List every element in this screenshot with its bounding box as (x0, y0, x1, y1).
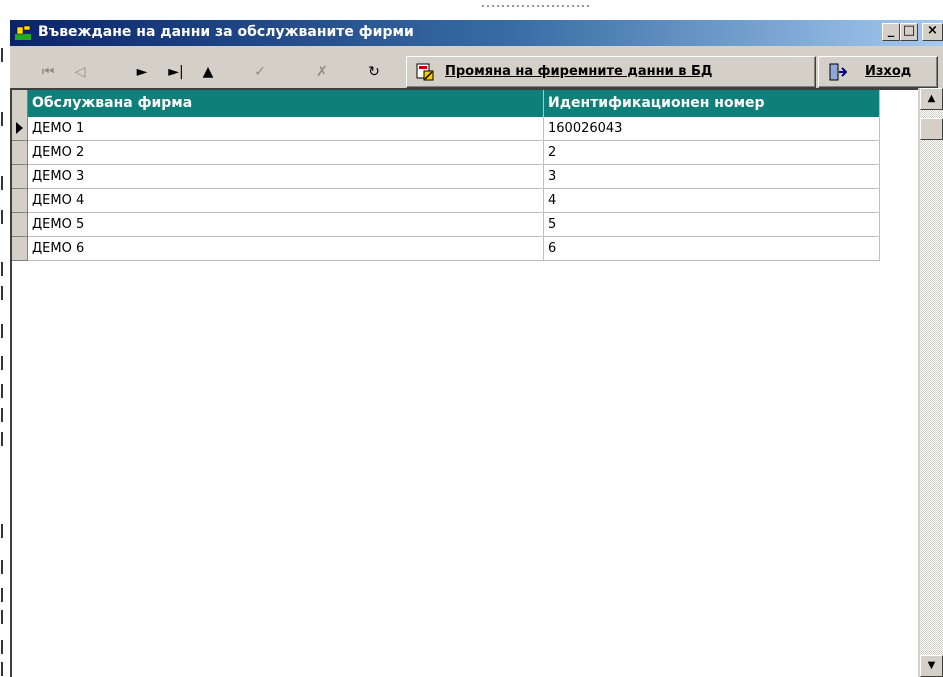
column-header-firm[interactable]: Обслужвана фирма (28, 90, 544, 117)
change-firm-data-label: Промяна на фиремните данни в БД (445, 64, 713, 79)
firms-grid[interactable]: Обслужвана фирма Идентификационен номер … (10, 88, 918, 677)
nav-next-button[interactable]: ► (130, 60, 154, 84)
title-bar: Въвеждане на данни за обслужваните фирми… (10, 20, 943, 46)
cell-firm[interactable]: ДЕМО 4 (28, 189, 544, 213)
maximize-icon: □ (902, 23, 916, 38)
exit-door-icon (829, 63, 847, 81)
scroll-down-icon: ▼ (927, 660, 936, 671)
background-marks (482, 5, 592, 7)
nav-prior-button[interactable]: ◁ (68, 60, 92, 84)
cell-id[interactable]: 2 (544, 141, 880, 165)
vertical-scrollbar[interactable]: ▲ ▼ (920, 88, 943, 677)
insert-icon: ▲ (202, 64, 214, 80)
column-header-id[interactable]: Идентификационен номер (544, 90, 880, 117)
cell-firm[interactable]: ДЕМО 1 (28, 117, 544, 141)
exit-label: Изход (865, 64, 912, 79)
minimize-icon: _ (887, 23, 895, 38)
cell-id[interactable]: 3 (544, 165, 880, 189)
nav-refresh-button[interactable]: ↻ (362, 60, 386, 84)
scroll-up-button[interactable]: ▲ (920, 88, 943, 110)
window-title: Въвеждане на данни за обслужваните фирми (38, 24, 414, 40)
cell-id[interactable]: 5 (544, 213, 880, 237)
exit-button[interactable]: Изход (818, 56, 938, 88)
cell-id[interactable]: 160026043 (544, 117, 880, 141)
post-icon: ✓ (254, 64, 266, 80)
current-row-arrow-icon (16, 122, 23, 134)
row-indicator[interactable] (12, 117, 28, 141)
last-icon: ►| (168, 64, 184, 80)
nav-insert-button[interactable]: ▲ (196, 60, 220, 84)
prior-icon: ◁ (74, 64, 86, 80)
app-icon (15, 25, 31, 40)
next-icon: ► (136, 64, 148, 80)
indicator-header (12, 90, 28, 117)
edit-database-icon (416, 63, 434, 81)
scroll-down-button[interactable]: ▼ (920, 655, 943, 677)
cancel-icon: ✗ (316, 64, 328, 80)
cell-id[interactable]: 6 (544, 237, 880, 261)
cell-firm[interactable]: ДЕМО 2 (28, 141, 544, 165)
nav-first-button[interactable]: ⏮ (36, 60, 60, 84)
minimize-button[interactable]: _ (882, 23, 900, 41)
row-indicator[interactable] (12, 189, 28, 213)
close-button[interactable]: × (922, 23, 943, 41)
scroll-up-icon: ▲ (927, 93, 936, 104)
cell-id[interactable]: 4 (544, 189, 880, 213)
cell-firm[interactable]: ДЕМО 6 (28, 237, 544, 261)
nav-post-button[interactable]: ✓ (248, 60, 272, 84)
scroll-thumb[interactable] (920, 118, 943, 140)
left-edge-marks (0, 0, 4, 677)
first-icon: ⏮ (41, 64, 55, 80)
maximize-button[interactable]: □ (900, 23, 918, 41)
cell-firm[interactable]: ДЕМО 3 (28, 165, 544, 189)
row-indicator[interactable] (12, 141, 28, 165)
cell-firm[interactable]: ДЕМО 5 (28, 213, 544, 237)
close-icon: × (927, 23, 938, 38)
change-firm-data-button[interactable]: Промяна на фиремните данни в БД (406, 56, 816, 88)
row-indicator[interactable] (12, 165, 28, 189)
nav-last-button[interactable]: ►| (164, 60, 188, 84)
row-indicator[interactable] (12, 237, 28, 261)
nav-cancel-button[interactable]: ✗ (310, 60, 334, 84)
row-indicator[interactable] (12, 213, 28, 237)
refresh-icon: ↻ (368, 64, 380, 80)
